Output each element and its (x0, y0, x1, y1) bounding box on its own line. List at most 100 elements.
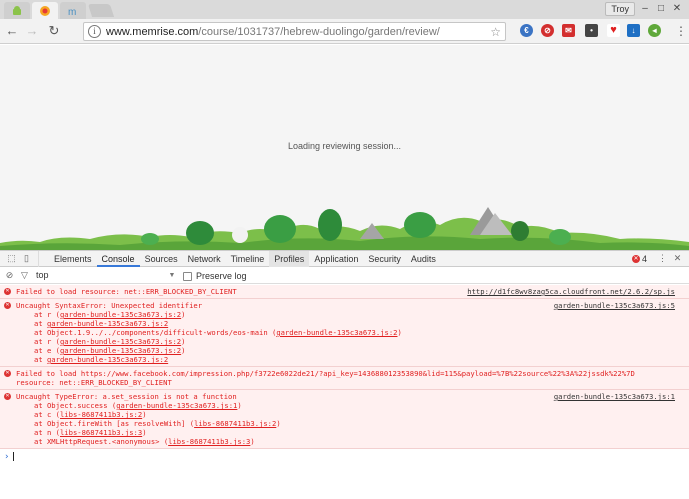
site-icon: m (68, 7, 76, 17)
stack-frame: at Object.1.9../../components/difficult-… (34, 328, 402, 337)
stack-link[interactable]: libs-8687411b3.js:3 (60, 428, 142, 437)
forward-button[interactable]: → (24, 23, 40, 39)
devtools-left-tools: ⬚ ▯ (0, 250, 39, 267)
error-count[interactable]: 4 (642, 254, 647, 264)
stack-frame: at Object.success (garden-bundle-135c3a6… (34, 401, 242, 410)
ublock-icon[interactable]: ⊘ (541, 24, 554, 37)
gmail-icon[interactable]: ✉ (562, 24, 575, 37)
message-text: Uncaught SyntaxError: Unexpected identif… (16, 301, 203, 310)
stack-frame: at n (libs-8687411b3.js:3) (34, 428, 147, 437)
stack-link[interactable]: garden-bundle-135c3a673.js:2 (60, 337, 181, 346)
tab-memrise[interactable] (32, 2, 58, 19)
address-bar[interactable]: i www.memrise.com/course/1031737/hebrew-… (83, 22, 506, 41)
context-value: top (36, 270, 49, 280)
console-filter-bar: ⊘ ▽ top ▼ Preserve log (0, 267, 689, 284)
stack-link[interactable]: libs-8687411b3.js:3 (168, 437, 250, 446)
stack-link[interactable]: garden-bundle-135c3a673.js:2 (47, 355, 168, 364)
message-text: Failed to load resource: net::ERR_BLOCKE… (16, 287, 237, 296)
preserve-log-checkbox[interactable] (183, 271, 192, 281)
tab-sources[interactable]: Sources (140, 251, 183, 267)
stack-frame: at Object.fireWith [as resolveWith] (lib… (34, 419, 281, 428)
console-output: ✕ Failed to load resource: net::ERR_BLOC… (0, 285, 689, 499)
devtools-menu-icon[interactable]: ⋮ (657, 253, 668, 264)
browser-window: m Troy – □ ✕ ← → ↻ i www.memrise.com/cou… (0, 0, 689, 499)
message-text: Failed to load https://www.facebook.com/… (16, 369, 635, 378)
clear-console-icon[interactable]: ⊘ (4, 270, 15, 281)
stack-link[interactable]: garden-bundle-135c3a673.js:2 (60, 346, 181, 355)
stack-frame: at garden-bundle-135c3a673.js:2 (34, 355, 169, 364)
text-cursor (13, 452, 15, 461)
bookmark-star-icon[interactable]: ☆ (490, 25, 501, 39)
tab-timeline[interactable]: Timeline (226, 251, 270, 267)
back-button[interactable]: ← (4, 23, 20, 39)
context-selector[interactable]: top ▼ (36, 270, 175, 280)
close-button[interactable]: ✕ (671, 3, 683, 15)
preserve-log-option[interactable]: Preserve log (183, 271, 247, 281)
error-icon: ✕ (4, 288, 11, 295)
pocket-heart-icon[interactable]: ♥ (607, 24, 620, 37)
page-viewport: Loading reviewing session... (0, 45, 689, 250)
inspect-element-icon[interactable]: ⬚ (6, 253, 17, 264)
stack-frame: at c (libs-8687411b3.js:2) (34, 410, 147, 419)
maximize-button[interactable]: □ (655, 3, 667, 15)
stack-trace: at r (garden-bundle-135c3a673.js:2) at g… (16, 310, 675, 364)
stack-frame: at e (garden-bundle-135c3a673.js:2) (34, 346, 186, 355)
tab-android[interactable] (4, 2, 30, 19)
tab-application[interactable]: Application (309, 251, 363, 267)
preserve-log-label: Preserve log (196, 271, 247, 281)
chevron-down-icon: ▼ (168, 271, 176, 279)
url-path: /course/1031737/hebrew-duolingo/garden/r… (198, 25, 440, 38)
feedly-icon[interactable]: ◂ (648, 24, 661, 37)
message-source-link[interactable]: http://d1fc8wv8zag5ca.cloudfront.net/2.6… (467, 287, 675, 296)
error-count-icon: ✕ (631, 254, 640, 263)
extension-icon[interactable]: € (520, 24, 533, 37)
message-text: Uncaught TypeError: a.set_session is not… (16, 392, 237, 401)
tab-strip: m Troy – □ ✕ (0, 0, 689, 19)
android-icon (13, 5, 21, 15)
stack-frame: at garden-bundle-135c3a673.js:2 (34, 319, 169, 328)
tab-security[interactable]: Security (363, 251, 406, 267)
device-toolbar-icon[interactable]: ▯ (21, 253, 32, 264)
new-tab-button[interactable] (87, 4, 115, 17)
info-icon[interactable]: i (88, 25, 101, 38)
stack-link[interactable]: libs-8687411b3.js:2 (60, 410, 142, 419)
tab-elements[interactable]: Elements (49, 251, 97, 267)
tab-other[interactable]: m (60, 2, 86, 19)
url-host: www.memrise.com (106, 25, 199, 38)
reload-button[interactable]: ↻ (46, 23, 62, 39)
chrome-menu-icon[interactable]: ⋮ (675, 24, 687, 38)
devtools-tab-bar: ⬚ ▯ Elements Console Sources Network Tim… (0, 250, 689, 267)
stack-link[interactable]: garden-bundle-135c3a673.js:2 (47, 319, 168, 328)
download-icon[interactable]: ↓ (627, 24, 640, 37)
loading-message: Loading reviewing session... (287, 141, 402, 151)
lastpass-icon[interactable]: • (585, 24, 598, 37)
error-icon: ✕ (4, 370, 11, 377)
devtools-close-icon[interactable]: ✕ (672, 253, 683, 264)
profile-button[interactable]: Troy (605, 2, 635, 16)
stack-link[interactable]: libs-8687411b3.js:2 (194, 419, 276, 428)
tab-network[interactable]: Network (183, 251, 226, 267)
error-icon: ✕ (4, 393, 11, 400)
console-message: ✕ Uncaught SyntaxError: Unexpected ident… (0, 299, 689, 367)
prompt-chevron-icon: › (4, 452, 10, 462)
tab-profiles[interactable]: Profiles (269, 250, 310, 267)
svg-text:m: m (68, 7, 76, 17)
stack-link[interactable]: garden-bundle-135c3a673.js:2 (276, 328, 397, 337)
minimize-button[interactable]: – (639, 3, 651, 15)
stack-link[interactable]: garden-bundle-135c3a673.js:2 (60, 310, 181, 319)
message-source-link[interactable]: garden-bundle-135c3a673.js:5 (554, 301, 675, 310)
tab-console[interactable]: Console (96, 251, 140, 267)
console-message: ✕ Failed to load resource: net::ERR_BLOC… (0, 285, 689, 299)
message-source-link[interactable]: garden-bundle-135c3a673.js:1 (554, 392, 675, 401)
stack-frame: at r (garden-bundle-135c3a673.js:2) (34, 310, 186, 319)
console-message: ✕ Failed to load https://www.facebook.co… (0, 367, 689, 390)
stack-link[interactable]: garden-bundle-135c3a673.js:1 (116, 401, 237, 410)
console-prompt[interactable]: › (0, 449, 689, 463)
filter-icon[interactable]: ▽ (19, 270, 30, 281)
message-text-cont: resource: net::ERR_BLOCKED_BY_CLIENT (16, 378, 172, 387)
devtools-right-tools: ✕ 4 ⋮ ✕ (631, 253, 689, 264)
tab-audits[interactable]: Audits (406, 251, 441, 267)
stack-frame: at r (garden-bundle-135c3a673.js:2) (34, 337, 186, 346)
console-message: ✕ Uncaught TypeError: a.set_session is n… (0, 390, 689, 449)
browser-toolbar: ← → ↻ i www.memrise.com/course/1031737/h… (0, 19, 689, 44)
